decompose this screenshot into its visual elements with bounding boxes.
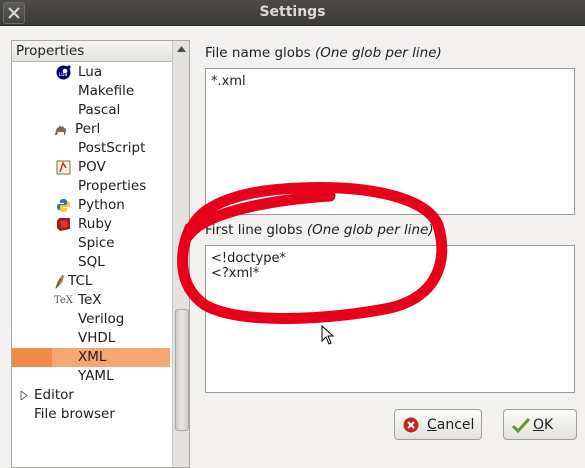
ruby-icon — [57, 218, 70, 231]
tree-item-python[interactable]: Python — [12, 196, 170, 215]
tree-item-tcl[interactable]: TCL — [12, 272, 170, 291]
tree-item-yaml[interactable]: YAML — [12, 367, 170, 386]
scroll-thumb[interactable] — [175, 309, 189, 431]
checkmark-icon — [512, 417, 530, 433]
tree-item-spice[interactable]: Spice — [12, 234, 170, 253]
settings-dialog: Properties Lua Lua Makefile Pascal Perl … — [0, 26, 585, 468]
title-bar: Settings — [0, 0, 585, 26]
tree-item-pascal[interactable]: Pascal — [12, 101, 170, 120]
tex-icon: TeX — [54, 295, 73, 306]
lua-icon: Lua — [56, 65, 71, 80]
perl-camel-icon — [55, 125, 66, 135]
first-line-globs-textarea[interactable]: <!doctype* <?xml* — [205, 245, 575, 393]
tree-scrollbar[interactable] — [172, 41, 189, 467]
scroll-up-arrow-icon[interactable] — [177, 46, 186, 52]
tree-item-pov[interactable]: POV — [12, 158, 170, 177]
tree-item-sql[interactable]: SQL — [12, 253, 170, 272]
tree-item-editor[interactable]: Editor — [12, 386, 170, 405]
expander-arrow-icon[interactable] — [20, 391, 28, 400]
tree-item-xml[interactable]: XML — [12, 348, 170, 367]
tree-item-lua[interactable]: Lua Lua — [12, 63, 170, 82]
pov-icon — [56, 160, 71, 175]
cancel-button[interactable]: Cancel — [394, 409, 482, 440]
tree-item-makefile[interactable]: Makefile — [12, 82, 170, 101]
tree-item-perl[interactable]: Perl — [12, 120, 170, 139]
settings-tree: Properties Lua Lua Makefile Pascal Perl … — [11, 40, 190, 468]
window-title: Settings — [259, 4, 326, 20]
tree-item-ruby[interactable]: Ruby — [12, 215, 170, 234]
tree-item-postscript[interactable]: PostScript — [12, 139, 170, 158]
tree-header-properties[interactable]: Properties — [12, 41, 176, 62]
first-line-globs-label: First line globs (One glob per line) — [205, 222, 434, 238]
svg-text:Lua: Lua — [59, 72, 68, 78]
python-icon — [57, 199, 70, 212]
ok-button[interactable]: OK — [503, 409, 577, 440]
tree-item-file-browser[interactable]: File browser — [12, 405, 170, 424]
tree-item-vhdl[interactable]: VHDL — [12, 329, 170, 348]
tree-item-properties[interactable]: Properties — [12, 177, 170, 196]
mouse-cursor-icon — [321, 325, 335, 345]
file-name-globs-label: File name globs (One glob per line) — [205, 45, 442, 61]
cancel-icon — [403, 417, 419, 433]
file-name-globs-textarea[interactable]: *.xml — [205, 68, 575, 215]
tcl-feather-icon — [55, 274, 64, 289]
tree-item-verilog[interactable]: Verilog — [12, 310, 170, 329]
tree-item-tex[interactable]: TeX TeX — [12, 291, 170, 310]
